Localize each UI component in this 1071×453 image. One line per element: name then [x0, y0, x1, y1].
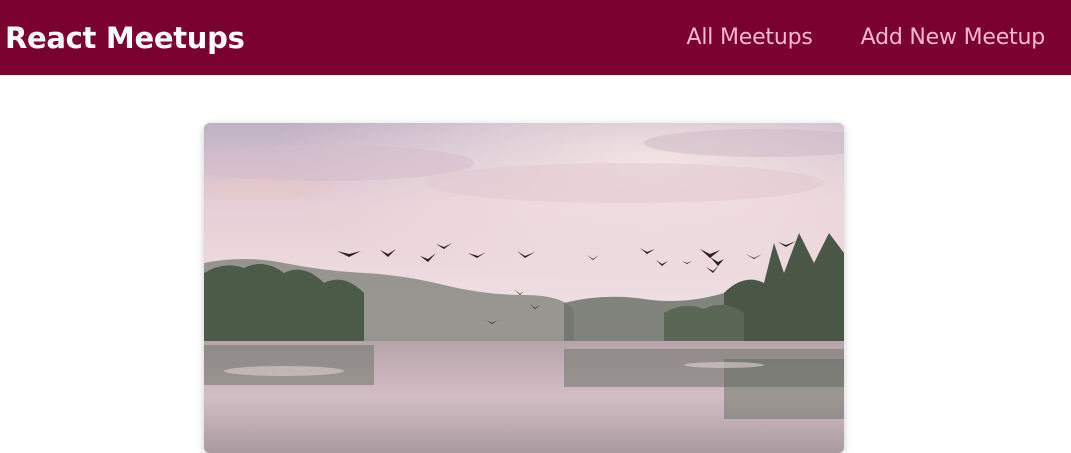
meetup-image	[204, 123, 844, 453]
meetup-card	[204, 123, 844, 453]
app-logo[interactable]: React Meetups	[5, 21, 245, 55]
nav-link-add-new-meetup[interactable]: Add New Meetup	[861, 25, 1046, 50]
nav-link-all-meetups[interactable]: All Meetups	[687, 25, 813, 50]
main-nav: All Meetups Add New Meetup	[639, 0, 1046, 75]
main-header: React Meetups All Meetups Add New Meetup	[0, 0, 1071, 75]
